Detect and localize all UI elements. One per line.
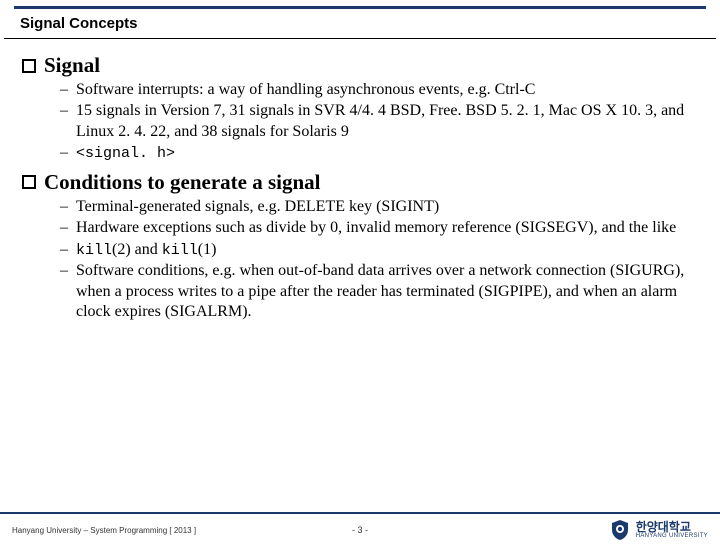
shield-icon [608,518,632,542]
logo-text: 한양대학교 HANYANG UNIVERSITY [636,521,708,539]
heading-conditions-text: Conditions to generate a signal [44,170,321,195]
list-item: Terminal-generated signals, e.g. DELETE … [60,197,698,217]
signal-list: Software interrupts: a way of handling a… [60,80,698,164]
list-item: 15 signals in Version 7, 31 signals in S… [60,101,698,142]
list-item: Software interrupts: a way of handling a… [60,80,698,100]
list-item: Hardware exceptions such as divide by 0,… [60,218,698,238]
conditions-list: Terminal-generated signals, e.g. DELETE … [60,197,698,323]
list-item: <signal. h> [60,143,698,163]
code-text: kill [162,242,198,259]
footer-page-number: - 3 - [352,525,368,535]
list-item: Software conditions, e.g. when out-of-ba… [60,261,698,322]
text: (2) and [112,241,162,258]
logo-english: HANYANG UNIVERSITY [636,533,708,539]
checkbox-bullet-icon [22,59,36,73]
checkbox-bullet-icon [22,175,36,189]
heading-conditions: Conditions to generate a signal [22,170,698,195]
logo-korean: 한양대학교 [636,521,708,533]
list-item: kill(2) and kill(1) [60,240,698,260]
text: (1) [198,241,217,258]
code-text: <signal. h> [76,145,175,162]
footer-left: Hanyang University – System Programming … [12,526,196,535]
heading-signal: Signal [22,53,698,78]
code-text: kill [76,242,112,259]
footer-logo: 한양대학교 HANYANG UNIVERSITY [608,518,708,542]
slide-content: Signal Software interrupts: a way of han… [0,39,720,323]
heading-signal-text: Signal [44,53,100,78]
footer: Hanyang University – System Programming … [0,512,720,546]
section-title: Signal Concepts [4,9,716,39]
